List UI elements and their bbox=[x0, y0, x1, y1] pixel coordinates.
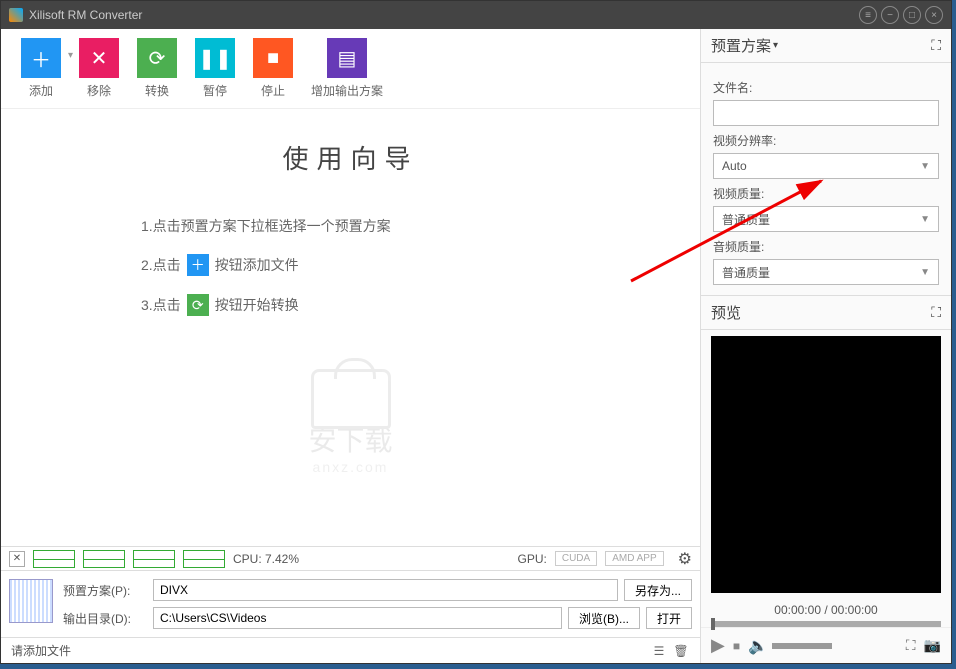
cpu-graph-3 bbox=[133, 550, 175, 568]
cpu-usage: CPU: 7.42% bbox=[233, 552, 299, 566]
video-quality-label: 视频质量: bbox=[713, 185, 939, 202]
stop-preview-button[interactable]: ■ bbox=[733, 639, 740, 653]
close-graph-button[interactable]: ✕ bbox=[9, 551, 25, 567]
snapshot-icon[interactable]: 📷 bbox=[924, 637, 941, 654]
settings-panel: 预置方案(P): 另存为... 输出目录(D): 浏览(B)... 打开 bbox=[1, 570, 700, 637]
preview-header: 预览 ⛶ bbox=[701, 296, 951, 330]
resolution-label: 视频分辨率: bbox=[713, 132, 939, 149]
gear-icon[interactable]: ⚙ bbox=[678, 549, 692, 569]
close-window-button[interactable]: × bbox=[925, 6, 943, 24]
watermark: 安下载 anxz.com bbox=[308, 369, 392, 475]
resolution-select[interactable]: Auto▼ bbox=[713, 153, 939, 179]
seek-bar[interactable] bbox=[711, 621, 941, 627]
app-title: Xilisoft RM Converter bbox=[29, 8, 855, 22]
fullscreen-icon[interactable]: ⛶ bbox=[906, 637, 916, 654]
preview-video[interactable] bbox=[711, 336, 941, 593]
preset-thumbnail bbox=[9, 579, 53, 623]
stop-icon: ■ bbox=[253, 38, 293, 78]
cpu-graph-1 bbox=[33, 550, 75, 568]
convert-button[interactable]: ⟳ 转换 bbox=[137, 38, 177, 99]
refresh-icon: ⟳ bbox=[187, 294, 209, 316]
remove-button[interactable]: ✕ 移除 bbox=[79, 38, 119, 99]
status-message: 请添加文件 bbox=[11, 642, 71, 659]
system-bar: ✕ CPU: 7.42% GPU: CUDA AMD APP ⚙ bbox=[1, 546, 700, 570]
add-output-button[interactable]: ▤ 增加输出方案 bbox=[311, 38, 383, 99]
app-logo-icon bbox=[9, 8, 23, 22]
stop-button[interactable]: ■ 停止 bbox=[253, 38, 293, 99]
preset-panel-body: 文件名: 视频分辨率: Auto▼ 视频质量: 普通质量▼ 音频质量: 普通质量… bbox=[701, 63, 951, 295]
expand-preview-icon[interactable]: ⛶ bbox=[931, 304, 941, 321]
list-view-icon[interactable]: ☰ bbox=[650, 642, 668, 660]
volume-slider[interactable] bbox=[772, 643, 832, 649]
cpu-graph-4 bbox=[183, 550, 225, 568]
guide-area: 使用向导 1.点击预置方案下拉框选择一个预置方案 2.点击 ＋ 按钮添加文件 3… bbox=[1, 109, 700, 546]
maximize-button[interactable]: □ bbox=[903, 6, 921, 24]
preset-label: 预置方案(P): bbox=[63, 582, 147, 599]
save-as-button[interactable]: 另存为... bbox=[624, 579, 692, 601]
outdir-label: 输出目录(D): bbox=[63, 610, 147, 627]
plus-icon: ＋ bbox=[187, 254, 209, 276]
x-icon: ✕ bbox=[79, 38, 119, 78]
guide-step-3: 3.点击 ⟳ 按钮开始转换 bbox=[141, 294, 660, 316]
volume-icon[interactable]: 🔈 bbox=[748, 636, 768, 656]
trash-icon[interactable]: 🗑 bbox=[672, 642, 690, 660]
cpu-graph-2 bbox=[83, 550, 125, 568]
video-quality-select[interactable]: 普通质量▼ bbox=[713, 206, 939, 232]
preview-time: 00:00:00 / 00:00:00 bbox=[701, 599, 951, 621]
document-icon: ▤ bbox=[327, 38, 367, 78]
play-button[interactable]: ▶ bbox=[711, 635, 725, 656]
pause-icon: ❚❚ bbox=[195, 38, 235, 78]
guide-step-1: 1.点击预置方案下拉框选择一个预置方案 bbox=[141, 216, 660, 236]
settings-win-button[interactable]: ≡ bbox=[859, 6, 877, 24]
filename-label: 文件名: bbox=[713, 79, 939, 96]
browse-button[interactable]: 浏览(B)... bbox=[568, 607, 640, 629]
add-button[interactable]: ＋ ▾ 添加 bbox=[21, 38, 61, 99]
guide-step-2: 2.点击 ＋ 按钮添加文件 bbox=[141, 254, 660, 276]
outdir-input[interactable] bbox=[153, 607, 562, 629]
audio-quality-select[interactable]: 普通质量▼ bbox=[713, 259, 939, 285]
expand-preset-icon[interactable]: ⛶ bbox=[931, 37, 941, 54]
preset-select[interactable] bbox=[153, 579, 618, 601]
plus-icon: ＋ bbox=[21, 38, 61, 78]
gpu-label: GPU: bbox=[518, 552, 547, 566]
titlebar: Xilisoft RM Converter ≡ − □ × bbox=[1, 1, 951, 29]
main-toolbar: ＋ ▾ 添加 ✕ 移除 ⟳ 转换 ❚❚ 暂停 ■ 停止 bbox=[1, 29, 700, 109]
audio-quality-label: 音频质量: bbox=[713, 238, 939, 255]
guide-title: 使用向导 bbox=[41, 139, 660, 176]
statusbar: 请添加文件 ☰ 🗑 bbox=[1, 637, 700, 663]
filename-input[interactable] bbox=[713, 100, 939, 126]
preset-panel-header: 预置方案▾ ⛶ bbox=[701, 29, 951, 63]
chevron-down-icon[interactable]: ▾ bbox=[68, 50, 73, 61]
cuda-button[interactable]: CUDA bbox=[555, 551, 597, 566]
pause-button[interactable]: ❚❚ 暂停 bbox=[195, 38, 235, 99]
refresh-icon: ⟳ bbox=[137, 38, 177, 78]
amd-button[interactable]: AMD APP bbox=[605, 551, 663, 566]
minimize-button[interactable]: − bbox=[881, 6, 899, 24]
open-button[interactable]: 打开 bbox=[646, 607, 692, 629]
